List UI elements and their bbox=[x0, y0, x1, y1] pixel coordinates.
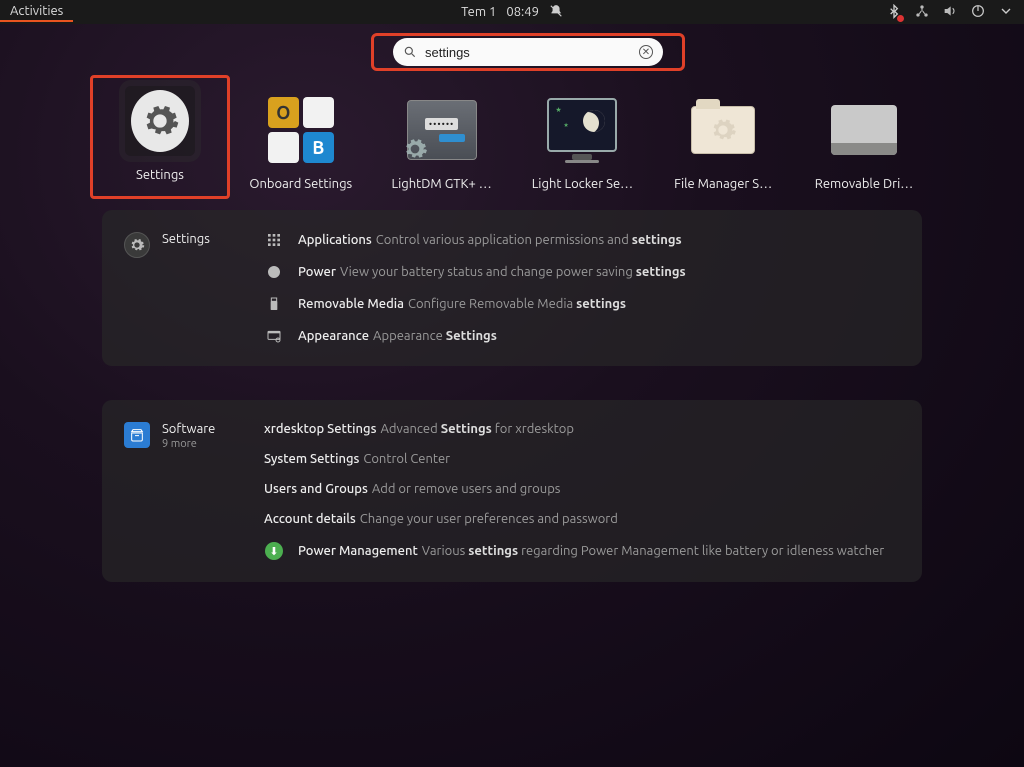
software-results-panel: Software 9 more xrdesktop Settings Advanc… bbox=[102, 400, 922, 582]
row-desc-hl: Settings bbox=[446, 329, 497, 343]
row-desc: Control Center bbox=[363, 452, 450, 466]
software-item-system-settings[interactable]: System Settings Control Center bbox=[264, 452, 900, 466]
app-removable-drives[interactable]: Removable Dri… bbox=[794, 95, 934, 199]
system-tray[interactable] bbox=[886, 3, 1024, 22]
time-label: 08:49 bbox=[506, 5, 539, 19]
settings-panel-title: Settings bbox=[162, 232, 210, 246]
top-bar: Activities Tem 1 08:49 bbox=[0, 0, 1024, 24]
row-title: Account details bbox=[264, 512, 356, 526]
settings-item-removable-media[interactable]: Removable Media Configure Removable Media… bbox=[264, 296, 900, 312]
grid-icon bbox=[264, 232, 284, 248]
download-icon: ⬇ bbox=[265, 542, 283, 560]
volume-icon[interactable] bbox=[942, 3, 958, 22]
clear-search-icon[interactable]: ✕ bbox=[639, 45, 653, 59]
app-results-row: Settings OB Onboard Settings •••••• Ligh… bbox=[90, 95, 934, 199]
row-title: Applications bbox=[298, 233, 372, 247]
search-highlight: ✕ bbox=[371, 33, 685, 71]
software-item-power-management[interactable]: ⬇ Power Management Various settings regar… bbox=[264, 542, 900, 560]
row-title: xrdesktop Settings bbox=[264, 422, 376, 436]
app-label: Settings bbox=[136, 168, 184, 182]
app-light-locker-settings[interactable]: ★ ★ Light Locker Se… bbox=[512, 95, 652, 199]
row-title: System Settings bbox=[264, 452, 359, 466]
appearance-icon bbox=[264, 328, 284, 344]
app-label: Light Locker Se… bbox=[532, 177, 633, 191]
row-title: Power Management bbox=[298, 544, 418, 558]
gear-icon bbox=[124, 232, 150, 258]
software-item-account-details[interactable]: Account details Change your user preferen… bbox=[264, 512, 900, 526]
drive-icon bbox=[831, 105, 897, 155]
usb-icon bbox=[264, 296, 284, 312]
settings-item-appearance[interactable]: Appearance Appearance Settings bbox=[264, 328, 900, 344]
moon-icon bbox=[583, 110, 605, 132]
clock[interactable]: Tem 1 08:49 bbox=[461, 4, 563, 21]
software-item-users-groups[interactable]: Users and Groups Add or remove users and … bbox=[264, 482, 900, 496]
row-title: Removable Media bbox=[298, 297, 404, 311]
search-input[interactable] bbox=[425, 45, 631, 60]
folder-icon bbox=[691, 106, 755, 154]
chevron-down-icon[interactable] bbox=[998, 3, 1014, 22]
software-item-xrdesktop[interactable]: xrdesktop Settings Advanced Settings for … bbox=[264, 422, 900, 436]
row-desc: Control various application permissions … bbox=[376, 233, 632, 247]
onboard-icon: OB bbox=[268, 97, 334, 163]
row-desc-post: regarding Power Management like battery … bbox=[518, 544, 884, 558]
activities-button[interactable]: Activities bbox=[0, 2, 73, 22]
search-field[interactable]: ✕ bbox=[393, 38, 663, 66]
row-title: Appearance bbox=[298, 329, 369, 343]
app-file-manager-settings[interactable]: File Manager S… bbox=[653, 95, 793, 199]
power-icon bbox=[264, 264, 284, 280]
lightdm-icon: •••••• bbox=[407, 100, 477, 160]
row-desc-hl: settings bbox=[632, 233, 682, 247]
notifications-muted-icon bbox=[549, 4, 563, 21]
row-desc: Change your user preferences and passwor… bbox=[360, 512, 618, 526]
software-panel-sub[interactable]: 9 more bbox=[162, 438, 215, 450]
row-desc-hl: settings bbox=[636, 265, 686, 279]
row-desc: View your battery status and change powe… bbox=[340, 265, 636, 279]
search-icon bbox=[403, 45, 417, 59]
row-desc-post: for xrdesktop bbox=[492, 422, 574, 436]
row-desc: Various bbox=[422, 544, 468, 558]
settings-item-power[interactable]: Power View your battery status and change… bbox=[264, 264, 900, 280]
row-title: Power bbox=[298, 265, 336, 279]
app-label: Onboard Settings bbox=[249, 177, 352, 191]
software-icon bbox=[124, 422, 150, 448]
row-desc-hl: settings bbox=[468, 544, 518, 558]
app-onboard-settings[interactable]: OB Onboard Settings bbox=[231, 95, 371, 199]
row-desc: Advanced bbox=[380, 422, 440, 436]
row-desc: Add or remove users and groups bbox=[372, 482, 561, 496]
settings-panel-header: Settings bbox=[124, 232, 264, 344]
app-settings[interactable]: Settings bbox=[90, 75, 230, 199]
software-panel-title: Software bbox=[162, 422, 215, 436]
app-label: Removable Dri… bbox=[815, 177, 913, 191]
row-desc: Appearance bbox=[373, 329, 446, 343]
gear-icon bbox=[131, 90, 189, 152]
app-label: LightDM GTK+ … bbox=[391, 177, 491, 191]
network-icon[interactable] bbox=[914, 3, 930, 22]
app-lightdm-gtk[interactable]: •••••• LightDM GTK+ … bbox=[372, 95, 512, 199]
row-title: Users and Groups bbox=[264, 482, 368, 496]
row-desc-hl: settings bbox=[576, 297, 626, 311]
power-icon[interactable] bbox=[970, 3, 986, 22]
settings-results-panel: Settings Applications Control various app… bbox=[102, 210, 922, 366]
monitor-icon: ★ ★ bbox=[547, 98, 617, 152]
row-desc-hl: Settings bbox=[441, 422, 492, 436]
software-panel-header: Software 9 more bbox=[124, 422, 264, 560]
row-desc: Configure Removable Media bbox=[408, 297, 576, 311]
app-label: File Manager S… bbox=[674, 177, 772, 191]
date-label: Tem 1 bbox=[461, 5, 496, 19]
settings-item-applications[interactable]: Applications Control various application … bbox=[264, 232, 900, 248]
bluetooth-icon[interactable] bbox=[886, 4, 902, 20]
